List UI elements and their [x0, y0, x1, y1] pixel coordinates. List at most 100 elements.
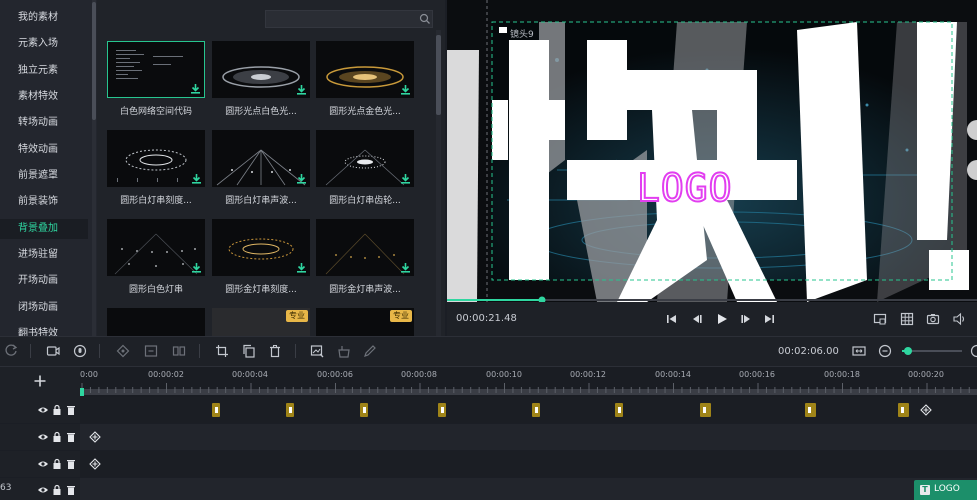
keyframe-marker[interactable] [438, 403, 446, 417]
add-keyframe-icon[interactable] [89, 458, 101, 470]
skip-to-end-icon[interactable] [762, 312, 776, 326]
sidebar-item-entrance-stay[interactable]: 进场驻留 [0, 245, 88, 265]
lock-icon[interactable] [51, 484, 63, 496]
download-icon[interactable] [400, 262, 411, 273]
grid-icon[interactable] [900, 312, 914, 326]
timeline-track[interactable] [80, 397, 977, 423]
asset-tile-round-gold-light[interactable] [316, 41, 414, 98]
trash-icon[interactable] [65, 431, 77, 443]
sidebar-scroll-thumb[interactable] [92, 2, 96, 120]
record-video-icon[interactable] [46, 344, 60, 358]
keyframe-marker[interactable] [360, 403, 368, 417]
download-icon[interactable] [400, 84, 411, 95]
sidebar-scrollbar[interactable] [92, 0, 96, 336]
download-icon[interactable] [296, 262, 307, 273]
crop-icon[interactable] [215, 344, 229, 358]
asset-tile-white-string[interactable] [107, 219, 205, 276]
logo-text[interactable]: LOGO [636, 165, 733, 211]
trash-icon[interactable] [65, 404, 77, 416]
volume-icon[interactable] [952, 312, 966, 326]
zoom-in-icon[interactable] [970, 344, 977, 358]
download-icon[interactable] [296, 84, 307, 95]
search-icon[interactable] [419, 13, 431, 25]
timeline-track[interactable] [80, 451, 977, 477]
sidebar-item-asset-effects[interactable]: 素材特效 [0, 87, 88, 107]
keyframe-marker[interactable] [898, 403, 909, 417]
keyframe-icon[interactable] [116, 344, 130, 358]
asset-tile-pro[interactable]: 专业 [316, 308, 414, 336]
copy-icon[interactable] [242, 344, 256, 358]
asset-tile-gold-string-scale[interactable] [212, 219, 310, 276]
zoom-slider[interactable] [900, 344, 970, 358]
video-preview[interactable] [447, 0, 977, 302]
keyframe-marker[interactable] [805, 403, 816, 417]
visibility-eye-icon[interactable] [37, 458, 49, 470]
library-scroll-thumb[interactable] [436, 35, 441, 115]
snapshot-camera-icon[interactable] [926, 312, 940, 326]
next-frame-icon[interactable] [739, 312, 753, 326]
screen-ratio-icon[interactable] [873, 312, 887, 326]
asset-tile-white-string-gear[interactable] [316, 130, 414, 187]
audio-record-icon[interactable] [73, 344, 87, 358]
asset-tile[interactable] [107, 308, 205, 336]
download-icon[interactable] [191, 173, 202, 184]
download-icon[interactable] [191, 262, 202, 273]
trash-icon[interactable] [65, 458, 77, 470]
pen-icon[interactable] [363, 344, 377, 358]
sidebar-item-standalone-elements[interactable]: 独立元素 [0, 61, 88, 81]
keyframe-marker[interactable] [700, 403, 711, 417]
add-keyframe-icon[interactable] [89, 431, 101, 443]
lock-icon[interactable] [51, 404, 63, 416]
sidebar-item-transition-animation[interactable]: 转场动画 [0, 113, 88, 133]
play-icon[interactable] [715, 312, 729, 326]
asset-tile-white-string-scale[interactable] [107, 130, 205, 187]
redo-icon[interactable] [4, 343, 18, 357]
keyframe-marker[interactable] [532, 403, 540, 417]
tick-label: 00:00:10 [486, 370, 522, 379]
sidebar-item-my-assets[interactable]: 我的素材 [0, 8, 88, 28]
fit-timeline-icon[interactable] [852, 344, 866, 358]
lock-icon[interactable] [51, 458, 63, 470]
paint-bucket-icon[interactable] [337, 344, 351, 358]
sidebar-item-background-overlay[interactable]: 背景叠加 [0, 219, 88, 239]
keyframe-marker[interactable] [212, 403, 220, 417]
lock-icon[interactable] [51, 431, 63, 443]
add-track-icon[interactable] [33, 374, 47, 388]
library-scrollbar[interactable] [436, 30, 441, 336]
logo-clip[interactable]: T LOGO [914, 480, 977, 500]
asset-tile-round-white-light[interactable] [212, 41, 310, 98]
visibility-eye-icon[interactable] [37, 484, 49, 496]
add-keyframe-icon[interactable] [920, 404, 932, 416]
fit-icon[interactable] [144, 344, 158, 358]
time-ruler[interactable]: 0:00 00:00:02 00:00:04 00:00:06 00:00:08… [80, 367, 977, 397]
asset-tile-pro[interactable]: 专业 [212, 308, 310, 336]
keyframe-marker[interactable] [615, 403, 623, 417]
previous-frame-icon[interactable] [690, 312, 704, 326]
asset-tile-white-string-wave[interactable] [212, 130, 310, 187]
keyframe-marker[interactable] [286, 403, 294, 417]
visibility-eye-icon[interactable] [37, 404, 49, 416]
image-edit-icon[interactable] [310, 344, 324, 358]
timeline-track[interactable] [80, 424, 977, 450]
timeline-track[interactable]: T LOGO [80, 478, 977, 500]
download-icon[interactable] [190, 83, 201, 94]
track-header [0, 424, 80, 450]
asset-tile-white-network-code[interactable] [107, 41, 205, 98]
sidebar-item-effect-animation[interactable]: 特效动画 [0, 140, 88, 160]
sidebar-item-element-entrance[interactable]: 元素入场 [0, 34, 88, 54]
sidebar-item-foreground-decoration[interactable]: 前景装饰 [0, 192, 88, 212]
visibility-eye-icon[interactable] [37, 431, 49, 443]
sidebar-item-opening-animation[interactable]: 开场动画 [0, 271, 88, 291]
sidebar-item-closing-animation[interactable]: 闭场动画 [0, 298, 88, 318]
skip-to-start-icon[interactable] [665, 312, 679, 326]
sidebar-item-page-flip[interactable]: 翻书特效 [0, 324, 88, 336]
asset-tile-gold-string-wave[interactable] [316, 219, 414, 276]
split-icon[interactable] [172, 344, 186, 358]
download-icon[interactable] [296, 173, 307, 184]
delete-icon[interactable] [268, 344, 282, 358]
sidebar-item-foreground-mask[interactable]: 前景遮罩 [0, 166, 88, 186]
trash-icon[interactable] [65, 484, 77, 496]
search-input[interactable] [265, 10, 433, 28]
zoom-out-icon[interactable] [878, 344, 892, 358]
download-icon[interactable] [400, 173, 411, 184]
